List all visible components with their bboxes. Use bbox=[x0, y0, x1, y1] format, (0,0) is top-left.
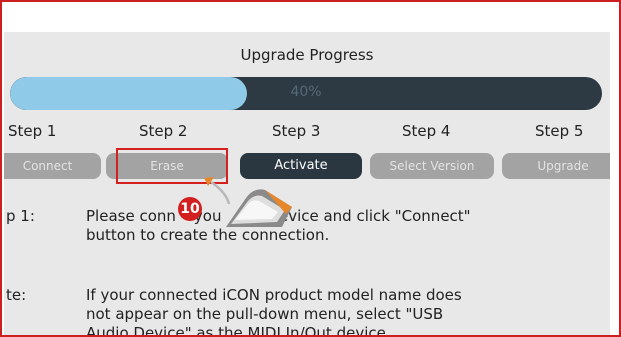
upgrade-progress-bar: 40% bbox=[10, 77, 602, 110]
pointer-hand-icon bbox=[204, 177, 292, 227]
step-1-label: Step 1 bbox=[8, 122, 57, 140]
screenshot-frame: Upgrade Progress 40% Step 1 Step 2 Step … bbox=[0, 0, 621, 337]
select-version-button[interactable]: Select Version bbox=[370, 153, 494, 179]
step-callout-badge: 10 bbox=[178, 197, 202, 221]
upgrade-button[interactable]: Upgrade bbox=[502, 153, 610, 179]
connect-button[interactable]: Connect bbox=[4, 153, 101, 179]
step-1-text-a: Please conn bbox=[86, 207, 176, 225]
note-line-1: If your connected iCON product model nam… bbox=[86, 286, 462, 304]
page-title: Upgrade Progress bbox=[240, 46, 374, 64]
note-line-2: not appear on the pull-down menu, select… bbox=[86, 305, 444, 323]
progress-percent-label: 40% bbox=[290, 84, 322, 100]
note-line-3: Audio Device" as the MIDI In/Out device. bbox=[86, 324, 391, 335]
step-1-reference: p 1: bbox=[6, 207, 35, 225]
step-5-label: Step 5 bbox=[535, 122, 584, 140]
step-4-label: Step 4 bbox=[402, 122, 451, 140]
step-2-label: Step 2 bbox=[139, 122, 188, 140]
note-reference: te: bbox=[6, 286, 27, 304]
step-3-label: Step 3 bbox=[272, 122, 321, 140]
